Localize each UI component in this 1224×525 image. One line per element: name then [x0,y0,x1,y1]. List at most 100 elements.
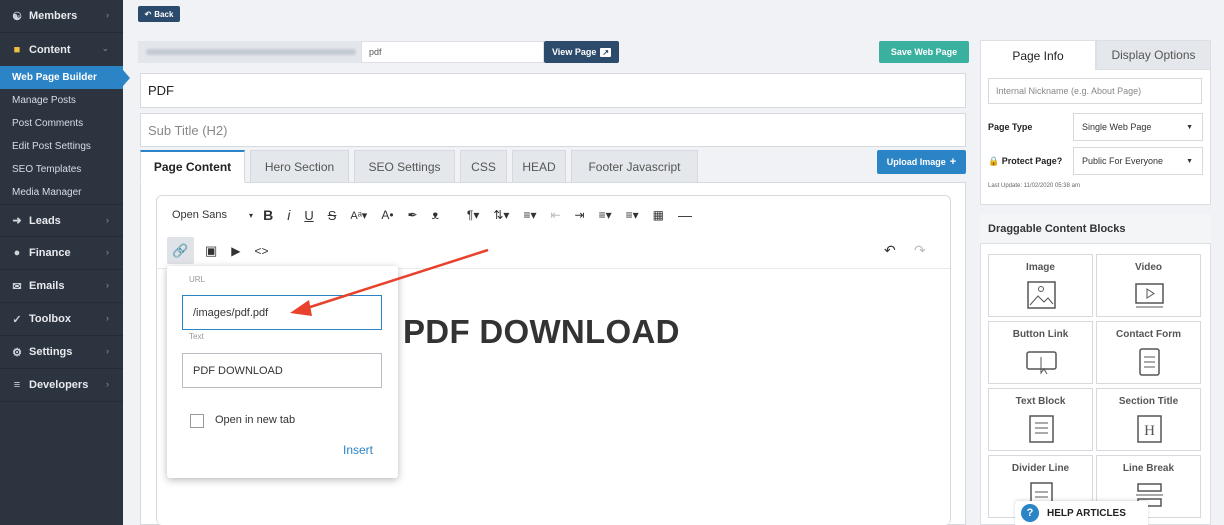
block-button-link[interactable]: Button Link [988,321,1093,384]
undo-icon[interactable]: ↶ [884,242,896,259]
link-url-input[interactable]: /images/pdf.pdf [182,295,382,330]
font-family-select[interactable]: Open Sans [172,209,227,221]
form-icon [1139,348,1160,376]
font-color-icon[interactable]: A• [381,208,393,222]
tab-css[interactable]: CSS [460,150,507,183]
sidebar-subitem-seo-templates[interactable]: SEO Templates [0,158,123,181]
view-page-button[interactable]: View Page ↗ [544,41,619,63]
sidebar: ☯ Members › ■ Content ⌄ Web Page Builder… [0,0,123,525]
sidebar-item-label: Toolbox [29,313,71,325]
strikethrough-icon[interactable]: S [328,208,337,223]
video-icon[interactable]: ▶ [231,244,240,258]
tab-head[interactable]: HEAD [512,150,566,183]
tab-display-options[interactable]: Display Options [1096,40,1211,70]
chevron-right-icon: › [106,346,109,356]
upload-image-button[interactable]: Upload Image + [877,150,966,174]
back-arrow-icon: ↶ [144,9,152,19]
caret-down-icon: ▼ [1186,157,1193,165]
chevron-right-icon: › [106,313,109,323]
chevron-right-icon: › [106,280,109,290]
caret-down-icon: ▼ [1186,123,1193,131]
save-web-page-button[interactable]: Save Web Page [879,41,969,63]
sidebar-item-content[interactable]: ■ Content ⌄ [0,33,123,66]
clear-format-icon[interactable]: ᴥ [432,208,439,222]
italic-icon[interactable]: i [287,207,290,223]
block-section-title[interactable]: Section Title H [1096,388,1201,451]
font-size-icon[interactable]: Aᵃ▾ [350,209,367,222]
tab-hero-section[interactable]: Hero Section [250,150,349,183]
block-text-block[interactable]: Text Block [988,388,1093,451]
sidebar-subitem-media-manager[interactable]: Media Manager [0,181,123,204]
finance-icon: ● [13,247,21,259]
text-label: Text [189,332,204,341]
help-articles-button[interactable]: ? HELP ARTICLES [1015,501,1148,525]
sidebar-item-label: Emails [29,280,65,292]
wrench-icon: ✓ [12,313,22,326]
tab-page-content[interactable]: Page Content [140,150,245,183]
sidebar-subitem-web-page-builder[interactable]: Web Page Builder [0,66,123,89]
block-contact-form[interactable]: Contact Form [1096,321,1201,384]
open-new-tab-label: Open in new tab [215,414,296,426]
image-icon [1027,281,1056,309]
page-subtitle-input[interactable]: Sub Title (H2) [140,113,966,147]
sidebar-subitem-edit-post-settings[interactable]: Edit Post Settings [0,135,123,158]
bold-icon[interactable]: B [263,207,273,223]
code-view-icon[interactable]: <> [255,244,269,258]
editor-tabs: Page Content Hero Section SEO Settings C… [140,150,703,183]
line-height-icon[interactable]: ⇅▾ [493,208,509,222]
block-image[interactable]: Image [988,254,1093,317]
sidebar-item-members[interactable]: ☯ Members › [0,0,123,33]
unordered-list-icon[interactable]: ≡▾ [626,208,639,222]
sliders-icon: ≡ [13,379,21,391]
tab-page-info[interactable]: Page Info [980,40,1096,70]
link-text-input[interactable]: PDF DOWNLOAD [182,353,382,388]
redo-icon[interactable]: ↷ [914,242,926,259]
underline-icon[interactable]: U [304,208,313,223]
sidebar-item-finance[interactable]: ● Finance › [0,237,123,270]
link-icon[interactable]: 🔗 [167,237,194,264]
image-icon[interactable]: ▣ [205,243,217,259]
horizontal-rule-icon[interactable]: — [678,207,692,223]
protect-page-select[interactable]: Public For Everyone ▼ [1073,147,1203,175]
open-new-tab-checkbox[interactable] [190,414,204,428]
back-button[interactable]: ↶ Back [138,6,180,22]
sidebar-item-label: Finance [29,247,71,259]
sidebar-item-label: Content [29,43,71,56]
tab-seo-settings[interactable]: SEO Settings [354,150,455,183]
sidebar-item-label: Settings [29,346,73,358]
editor-heading[interactable]: PDF DOWNLOAD [403,313,680,351]
outdent-icon[interactable]: ⇤ [550,208,560,222]
table-icon[interactable]: ▦ [653,208,664,222]
sidebar-item-label: Members [29,10,78,22]
align-icon[interactable]: ≡▾ [523,208,536,222]
block-video[interactable]: Video [1096,254,1201,317]
chevron-down-icon[interactable]: ▾ [249,211,253,220]
sidebar-subitem-manage-posts[interactable]: Manage Posts [0,89,123,112]
sidebar-item-toolbox[interactable]: ✓ Toolbox › [0,303,123,336]
sidebar-item-developers[interactable]: ≡ Developers › [0,369,123,402]
page-url-prefix [138,41,361,63]
ordered-list-icon[interactable]: ≡▾ [599,208,612,222]
sidebar-item-leads[interactable]: ➜ Leads › [0,204,123,237]
sidebar-item-label: Leads [29,214,61,227]
page-slug-input[interactable]: pdf [361,41,544,63]
sidebar-item-settings[interactable]: ⚙ Settings › [0,336,123,369]
tab-footer-javascript[interactable]: Footer Javascript [571,150,698,183]
video-icon [1135,283,1164,308]
sidebar-subitem-post-comments[interactable]: Post Comments [0,112,123,135]
folder-icon: ■ [13,43,21,56]
page-type-select[interactable]: Single Web Page ▼ [1073,113,1203,141]
page-title-input[interactable]: PDF [140,73,966,108]
insert-link-button[interactable]: Insert [343,443,373,457]
highlight-icon[interactable]: ✒ [408,208,418,222]
lock-icon: 🔒 [988,156,1000,166]
paragraph-icon[interactable]: ¶▾ [467,208,479,222]
sidebar-item-emails[interactable]: ✉ Emails › [0,270,123,303]
internal-nickname-input[interactable]: Internal Nickname (e.g. About Page) [988,78,1202,104]
chevron-right-icon: › [106,379,109,389]
gear-icon: ⚙ [12,346,22,359]
indent-icon[interactable]: ⇥ [575,208,585,222]
sidebar-item-label: Developers [29,379,89,391]
envelope-icon: ✉ [12,280,22,293]
plus-icon: + [949,156,957,168]
